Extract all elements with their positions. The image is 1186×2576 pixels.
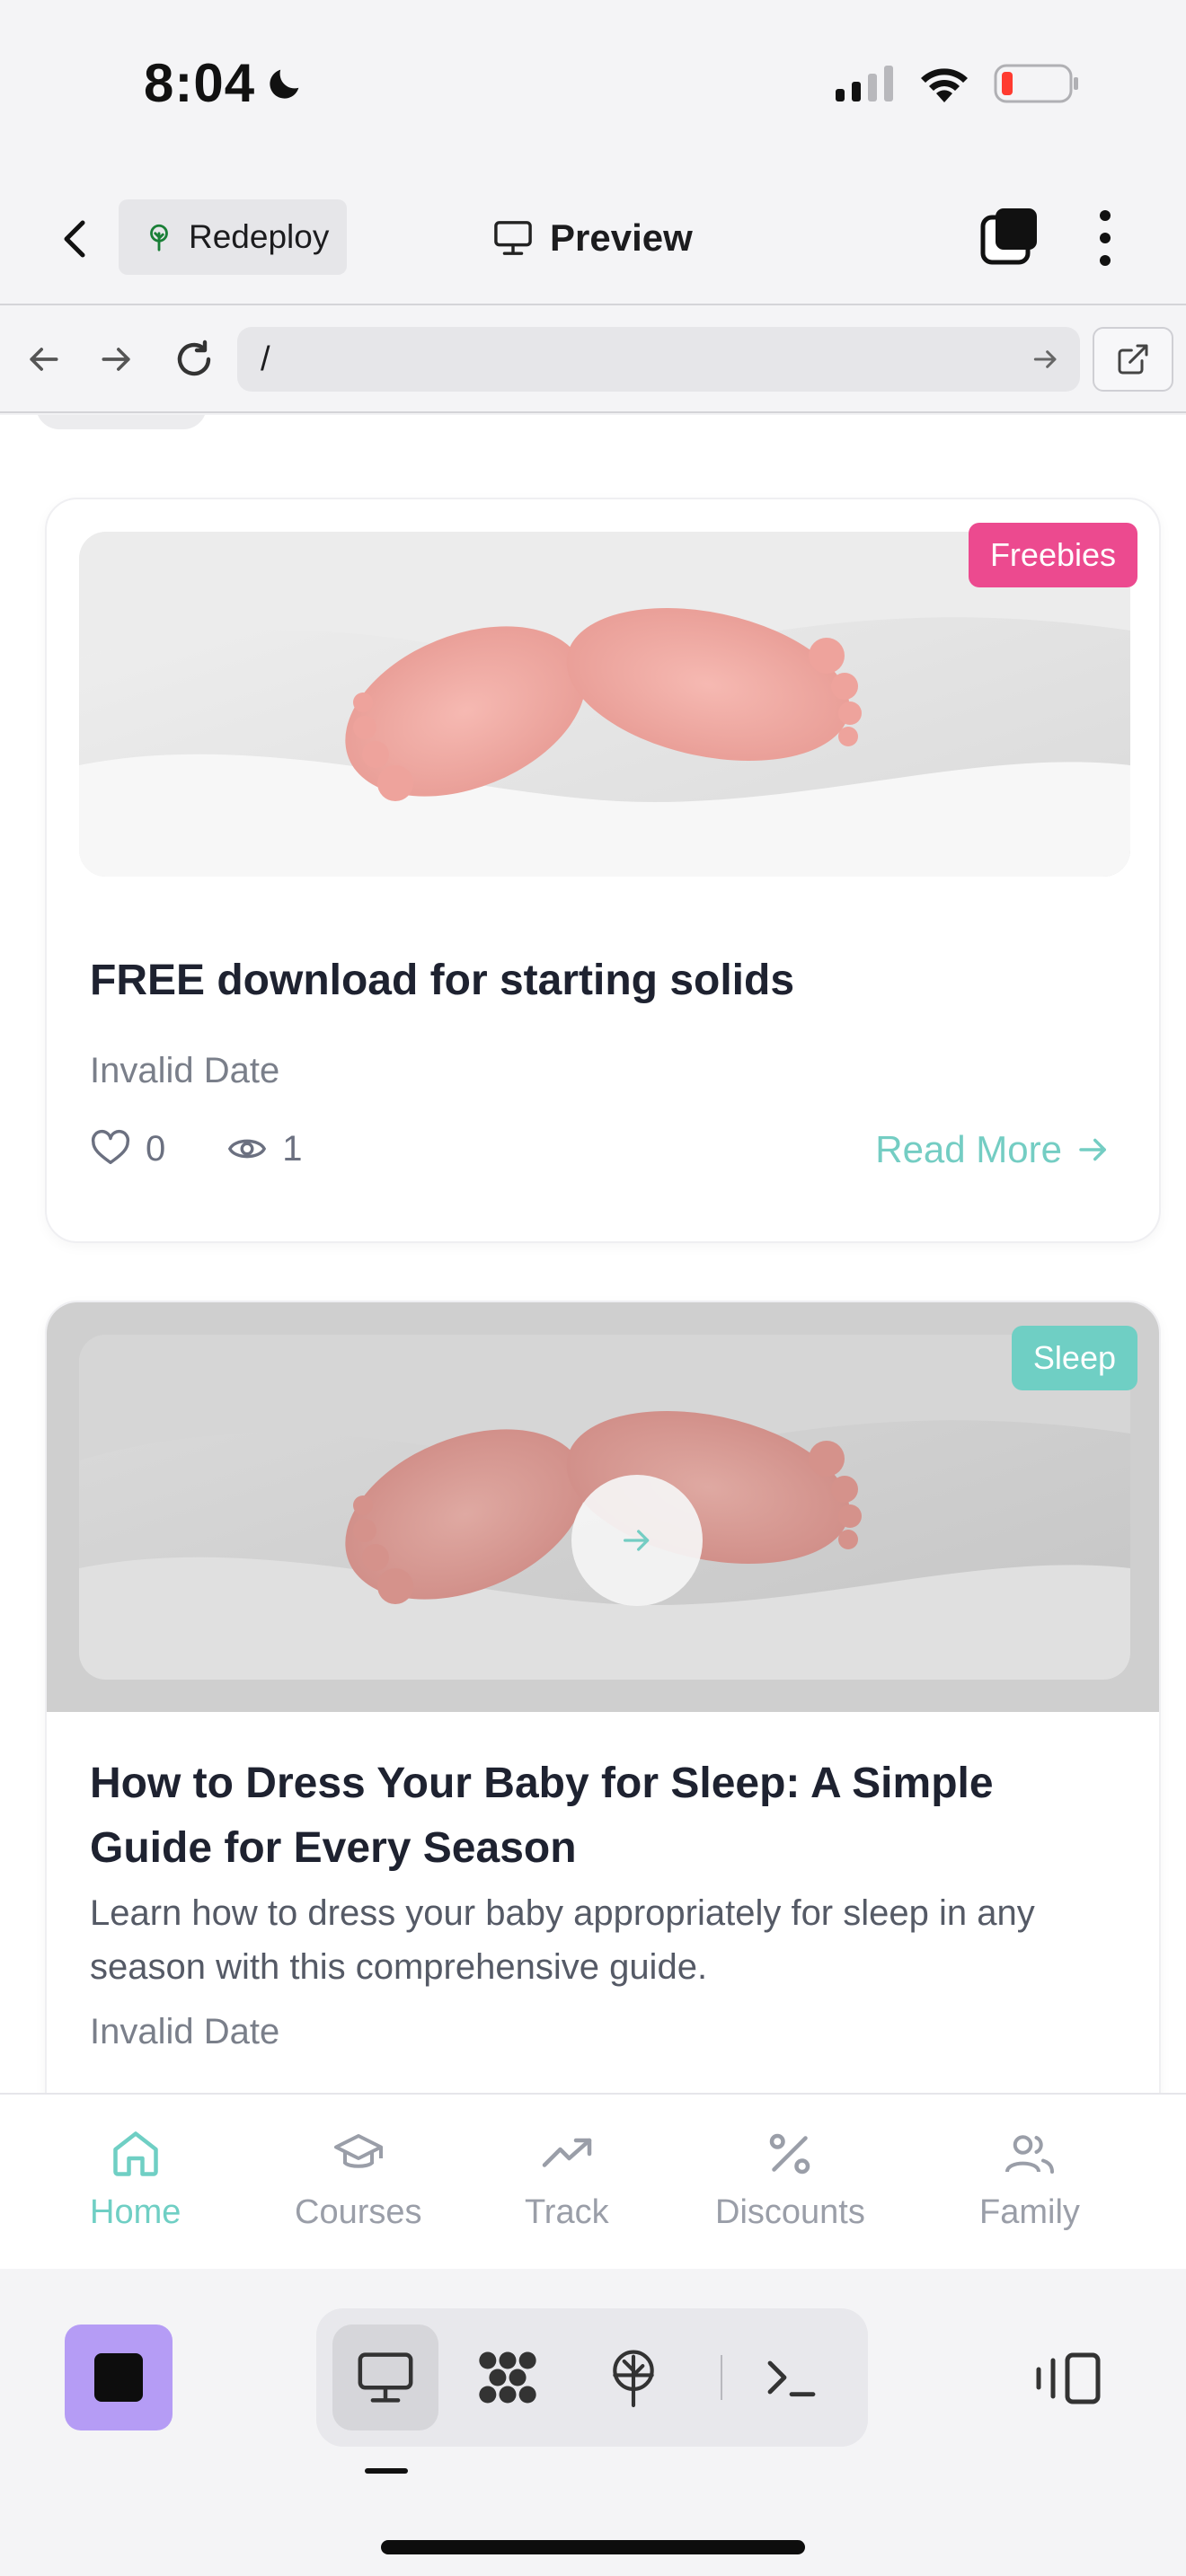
monitor-icon bbox=[494, 221, 532, 255]
nav-item-home[interactable]: Home bbox=[90, 2127, 181, 2232]
post-description: Learn how to dress your baby appropriate… bbox=[90, 1893, 1035, 1987]
category-badge: Freebies bbox=[968, 523, 1137, 587]
graduation-cap-icon bbox=[333, 2134, 383, 2168]
more-menu-button[interactable] bbox=[1087, 207, 1123, 269]
post-card[interactable]: Sleep How to Dress Your Baby for Sleep: … bbox=[45, 1301, 1161, 2093]
read-more-label: Read More bbox=[875, 1128, 1062, 1170]
monitor-icon bbox=[358, 2352, 413, 2403]
category-badge: Sleep bbox=[1011, 1326, 1137, 1390]
nav-label: Courses bbox=[295, 2193, 422, 2231]
battery-low-icon bbox=[994, 64, 1078, 103]
time-text: 8:04 bbox=[144, 53, 256, 113]
previous-card-edge bbox=[36, 415, 207, 429]
active-tool-indicator bbox=[365, 2468, 408, 2474]
post-date: Invalid Date bbox=[90, 2012, 280, 2051]
nav-forward-button[interactable] bbox=[90, 332, 144, 386]
apps-tool-button[interactable] bbox=[455, 2325, 561, 2430]
moon-icon bbox=[270, 69, 299, 99]
nav-item-courses[interactable]: Courses bbox=[295, 2127, 422, 2232]
post-stats: 0 1 bbox=[90, 1128, 303, 1169]
deploy-tool-button[interactable] bbox=[580, 2325, 686, 2430]
home-indicator bbox=[381, 2540, 805, 2554]
percent-icon bbox=[770, 2133, 810, 2175]
back-icon bbox=[64, 220, 85, 258]
arrow-right-icon bbox=[1079, 1138, 1106, 1161]
url-bar: / bbox=[0, 305, 1186, 413]
deploy-tree-icon bbox=[150, 224, 168, 251]
nav-label: Home bbox=[90, 2193, 181, 2231]
redeploy-button[interactable]: Redeploy bbox=[119, 199, 347, 275]
like-count: 0 bbox=[146, 1128, 166, 1169]
category-label: Freebies bbox=[989, 536, 1116, 573]
stop-button[interactable] bbox=[65, 2325, 173, 2430]
preview-content: Freebies FREE download for starting soli… bbox=[0, 415, 1186, 2093]
post-image[interactable] bbox=[79, 1335, 1130, 1680]
status-icons bbox=[834, 63, 1080, 104]
open-external-icon bbox=[1118, 344, 1148, 375]
preview-header: Redeploy Preview bbox=[0, 171, 1186, 305]
nav-label: Family bbox=[979, 2193, 1080, 2231]
post-card[interactable]: Freebies FREE download for starting soli… bbox=[45, 498, 1161, 1243]
view-switcher bbox=[316, 2308, 868, 2447]
preview-label: Preview bbox=[550, 216, 693, 259]
heart-icon[interactable] bbox=[90, 1128, 131, 1169]
post-title[interactable]: FREE download for starting solids bbox=[90, 948, 1114, 1013]
nav-label: Track bbox=[525, 2193, 609, 2231]
side-panel-button[interactable] bbox=[1031, 2333, 1103, 2423]
trending-up-icon bbox=[542, 2138, 592, 2167]
home-icon bbox=[112, 2131, 158, 2176]
cellular-signal-icon bbox=[836, 66, 893, 101]
view-count: 1 bbox=[282, 1128, 303, 1169]
toolbar-divider bbox=[721, 2355, 722, 2400]
category-label: Sleep bbox=[1032, 1339, 1116, 1376]
bottom-nav: Home Courses Track Discounts Family bbox=[0, 2093, 1186, 2269]
users-icon bbox=[1005, 2135, 1054, 2174]
arrow-right-icon bbox=[624, 1530, 650, 1551]
screen: 8:04 Redeploy Preview / Freebies FREE do… bbox=[0, 0, 1186, 2576]
open-post-button[interactable] bbox=[571, 1475, 703, 1606]
reload-icon bbox=[177, 340, 211, 376]
apps-grid-icon bbox=[479, 2351, 536, 2404]
tabs-button[interactable] bbox=[979, 207, 1039, 266]
redeploy-label: Redeploy bbox=[189, 218, 330, 255]
go-arrow-icon[interactable] bbox=[1028, 341, 1064, 377]
more-vertical-icon bbox=[1100, 210, 1111, 266]
terminal-icon bbox=[767, 2360, 816, 2397]
side-panel-icon bbox=[1036, 2352, 1101, 2404]
wifi-icon bbox=[921, 68, 968, 102]
post-date: Invalid Date bbox=[90, 1051, 280, 1090]
open-external-button[interactable] bbox=[1093, 327, 1173, 392]
status-bar: 8:04 bbox=[0, 0, 1186, 171]
tabs-icon bbox=[980, 208, 1037, 265]
stop-icon bbox=[94, 2353, 143, 2402]
nav-forward-icon bbox=[102, 348, 130, 371]
nav-item-track[interactable]: Track bbox=[525, 2127, 609, 2232]
status-time: 8:04 bbox=[144, 52, 305, 114]
preview-tool-button[interactable] bbox=[332, 2325, 438, 2430]
preview-title: Preview bbox=[492, 207, 693, 269]
reload-button[interactable] bbox=[167, 332, 221, 386]
nav-label: Discounts bbox=[715, 2193, 865, 2231]
terminal-tool-button[interactable] bbox=[739, 2325, 845, 2430]
url-input[interactable]: / bbox=[237, 327, 1080, 392]
back-button[interactable] bbox=[52, 212, 99, 266]
url-text: / bbox=[261, 340, 270, 378]
deploy-tree-icon bbox=[613, 2350, 654, 2408]
editor-toolbar bbox=[0, 2269, 1186, 2576]
nav-item-discounts[interactable]: Discounts bbox=[715, 2127, 865, 2232]
nav-back-icon bbox=[30, 348, 58, 371]
read-more-link[interactable]: Read More bbox=[875, 1128, 1112, 1171]
nav-item-family[interactable]: Family bbox=[979, 2127, 1080, 2232]
eye-icon bbox=[228, 1139, 267, 1159]
nav-back-button[interactable] bbox=[16, 332, 70, 386]
post-title[interactable]: How to Dress Your Baby for Sleep: A Simp… bbox=[90, 1751, 1114, 1881]
